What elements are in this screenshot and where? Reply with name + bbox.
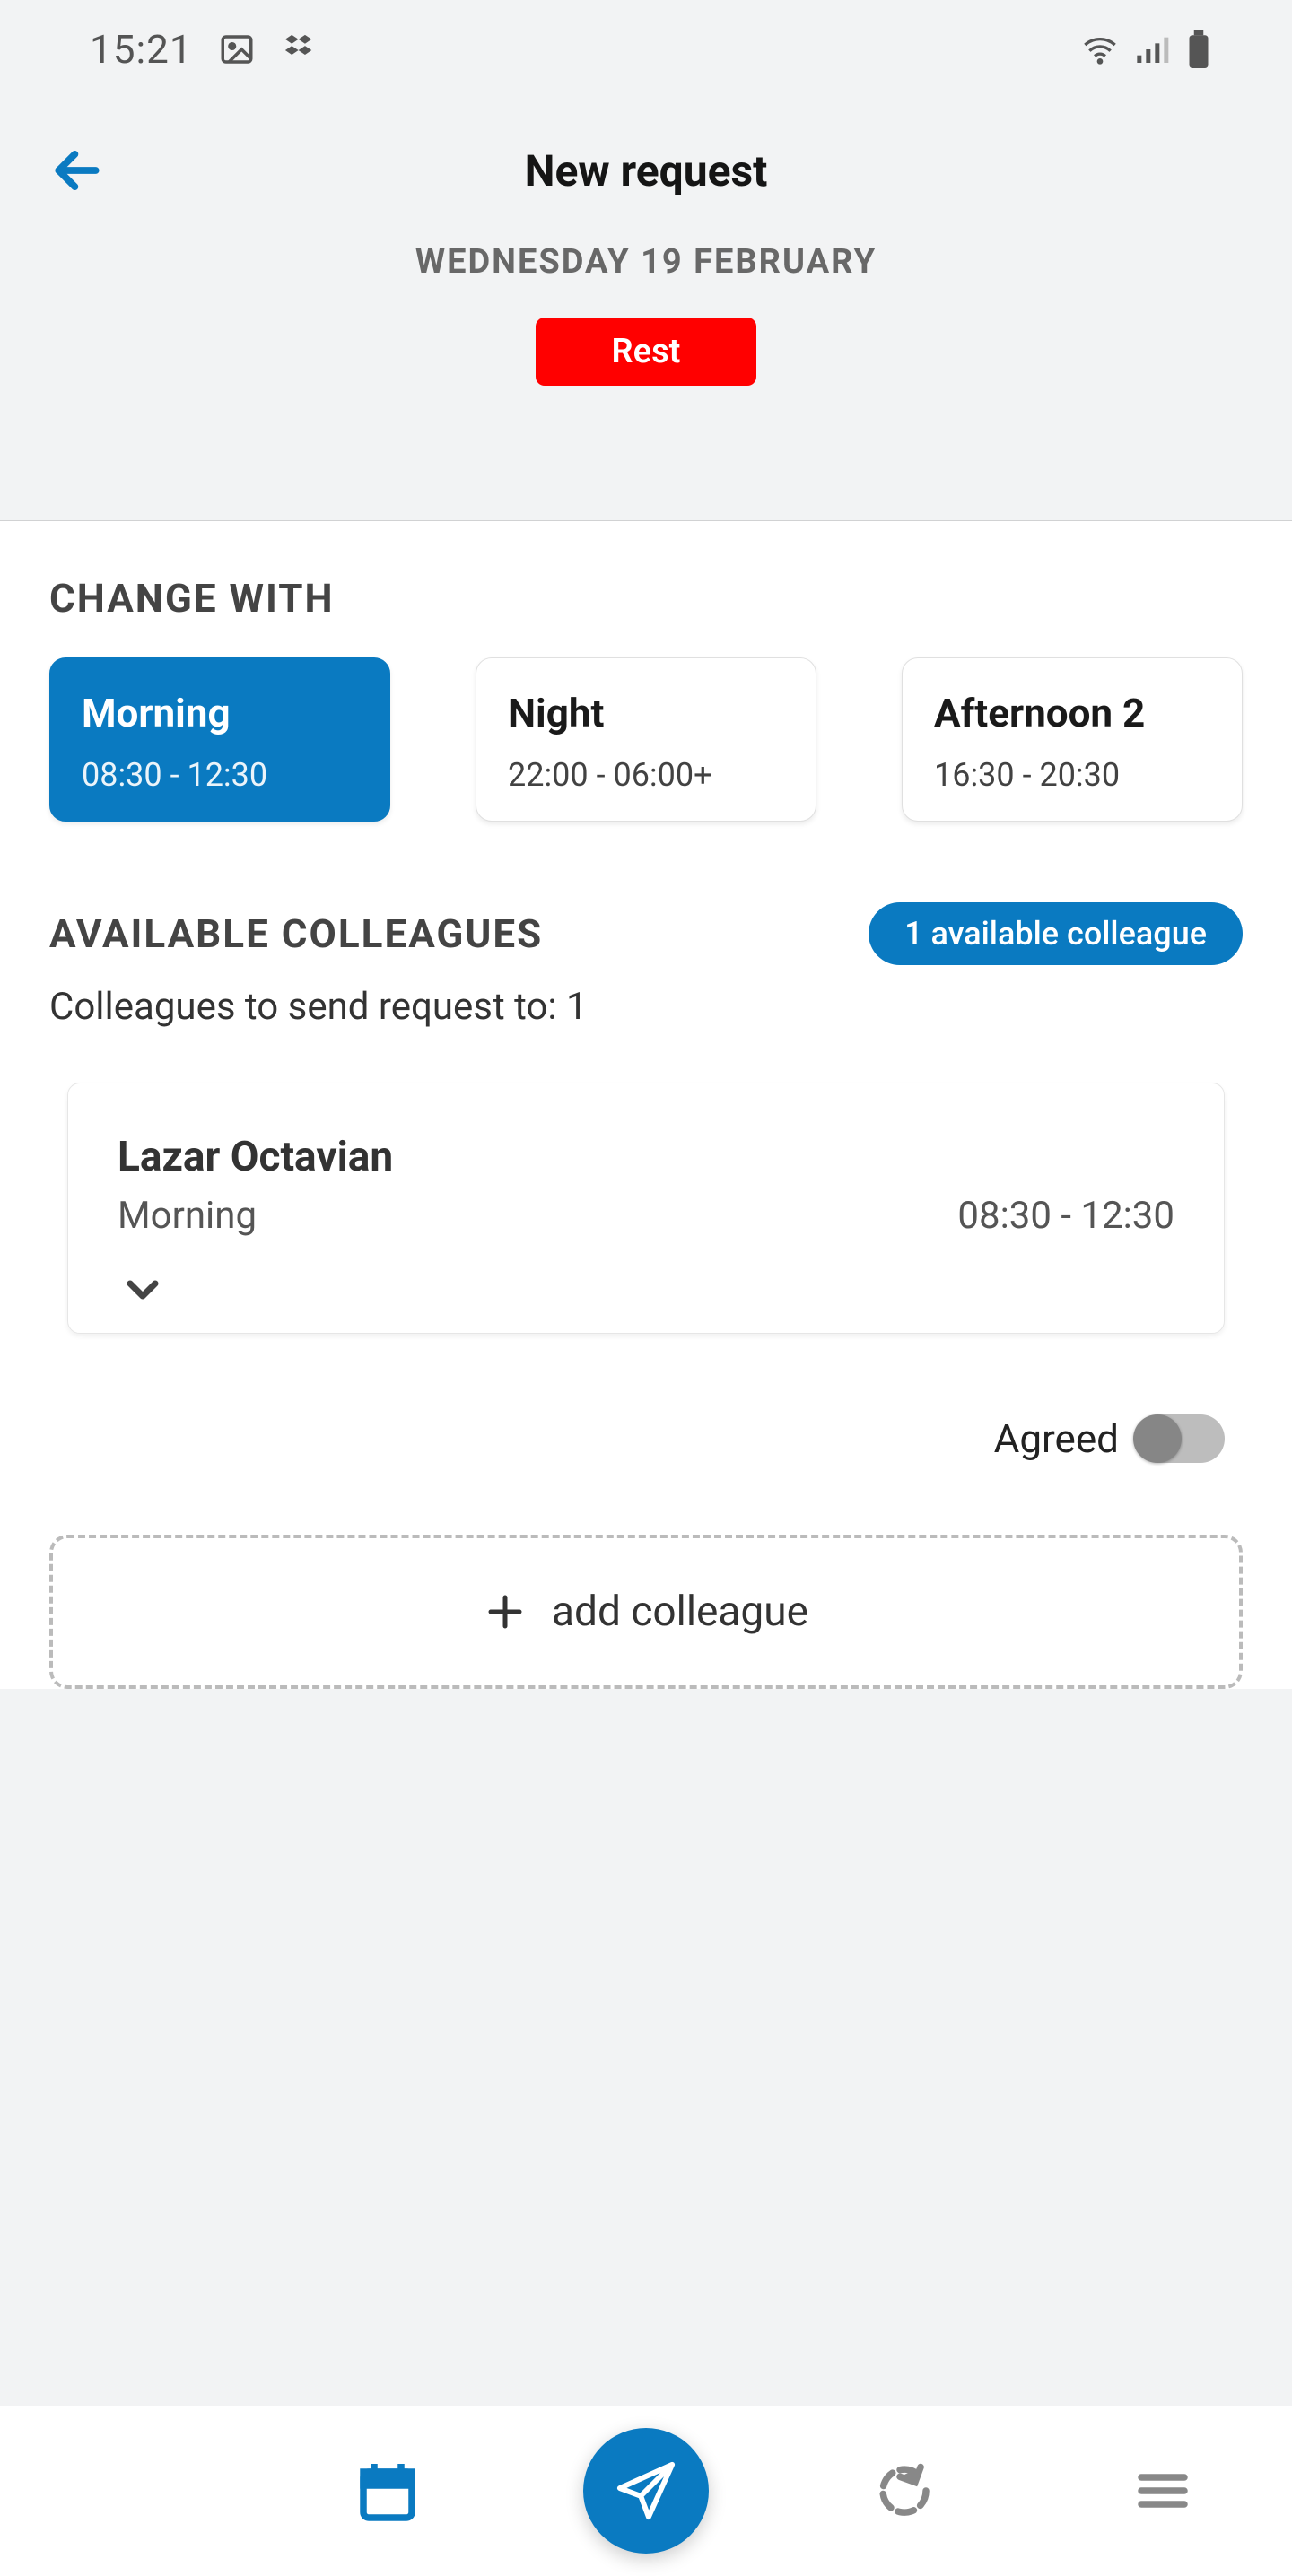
page-title: New request (525, 145, 768, 196)
add-colleague-button[interactable]: add colleague (49, 1535, 1243, 1689)
toggle-knob (1133, 1414, 1182, 1463)
colleague-shift: Morning (118, 1194, 257, 1238)
wifi-icon (1082, 31, 1118, 67)
shift-card-morning[interactable]: Morning 08:30 - 12:30 (49, 657, 390, 822)
nav-send-fab[interactable] (583, 2428, 709, 2554)
send-to-count: Colleagues to send request to: 1 (49, 985, 1243, 1029)
add-colleague-label: add colleague (552, 1588, 808, 1636)
agreed-label: Agreed (994, 1415, 1119, 1462)
available-count-pill[interactable]: 1 available colleague (869, 902, 1243, 965)
shift-name: Night (508, 690, 784, 736)
colleague-name: Lazar Octavian (118, 1133, 1174, 1181)
shift-name: Morning (82, 690, 358, 736)
colleague-card[interactable]: Lazar Octavian Morning 08:30 - 12:30 (67, 1083, 1225, 1334)
shift-time: 16:30 - 20:30 (934, 756, 1210, 794)
back-button[interactable] (49, 143, 105, 198)
page-header: New request (0, 99, 1292, 215)
shift-time: 22:00 - 06:00+ (508, 756, 784, 794)
plus-icon (484, 1590, 527, 1633)
agreed-toggle[interactable] (1135, 1414, 1225, 1463)
nav-calendar[interactable] (355, 2459, 420, 2523)
signal-icon (1134, 31, 1170, 67)
battery-icon (1186, 30, 1211, 68)
shift-time: 08:30 - 12:30 (82, 756, 358, 794)
image-icon (218, 30, 256, 68)
nav-refresh[interactable] (872, 2459, 937, 2523)
shift-name: Afternoon 2 (934, 690, 1210, 736)
date-label: WEDNESDAY 19 FEBRUARY (0, 215, 1292, 291)
nav-menu[interactable] (1130, 2459, 1195, 2523)
dropbox-icon (281, 30, 319, 68)
colleague-time: 08:30 - 12:30 (957, 1194, 1174, 1238)
status-time: 15:21 (90, 26, 193, 73)
expand-colleague[interactable] (118, 1238, 1174, 1315)
current-shift-badge: Rest (536, 318, 757, 386)
status-bar: 15:21 (0, 0, 1292, 99)
shift-card-night[interactable]: Night 22:00 - 06:00+ (476, 657, 816, 822)
shift-card-afternoon[interactable]: Afternoon 2 16:30 - 20:30 (902, 657, 1243, 822)
available-colleagues-label: AVAILABLE COLLEAGUES (49, 910, 543, 957)
change-with-label: CHANGE WITH (49, 575, 1243, 622)
shift-options: Morning 08:30 - 12:30 Night 22:00 - 06:0… (49, 657, 1243, 822)
bottom-nav (0, 2406, 1292, 2576)
